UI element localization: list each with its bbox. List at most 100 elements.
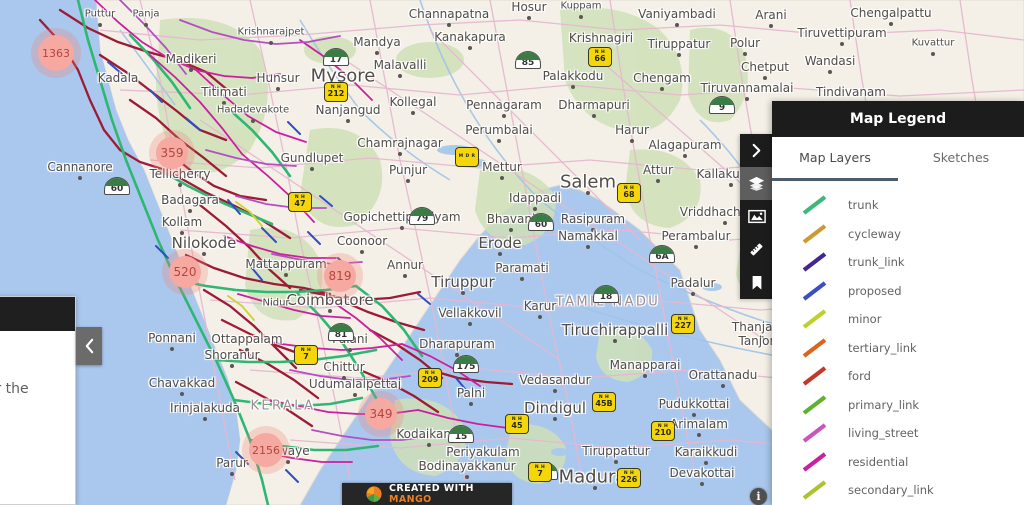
ruler-icon: [748, 241, 765, 258]
state-highway-shield: 175: [453, 355, 479, 373]
national-highway-shield: N H7: [528, 462, 552, 482]
city-dot: [360, 250, 364, 254]
city-dot: [328, 309, 332, 313]
shield-number: 45: [511, 421, 523, 431]
state-highway-shield: 85: [515, 51, 541, 69]
map-application: Puttur Panja Krishnarajpet Channapatna Kanak…: [0, 0, 1024, 505]
shield-number: 7: [303, 352, 309, 362]
chevron-right-icon: [749, 143, 764, 158]
city-dot: [348, 348, 352, 352]
legend-tabs[interactable]: Map Layers Sketches: [772, 137, 1024, 181]
national-highway-shield: N H 45: [505, 414, 529, 434]
legend-header: Map Legend: [772, 101, 1024, 137]
state-highway-shield: 9: [709, 96, 735, 114]
legend-item[interactable]: living_street: [772, 419, 1024, 448]
map-tool-rail[interactable]: [740, 134, 773, 299]
legend-item-label: cycleway: [848, 226, 901, 241]
legend-item[interactable]: primary_link: [772, 391, 1024, 420]
legend-color-swatch: [800, 394, 832, 416]
state-highway-shield: 60: [528, 213, 554, 231]
legend-item[interactable]: residential: [772, 448, 1024, 477]
shield-number: 66: [594, 54, 606, 64]
shield-number: 68: [623, 190, 635, 200]
bookmark-icon: [750, 275, 764, 291]
city-dot: [729, 183, 733, 187]
rail-button-map-layers[interactable]: [740, 167, 773, 200]
city-dot: [144, 23, 148, 27]
national-highway-shield: N H 212: [324, 82, 348, 102]
legend-item[interactable]: minor: [772, 305, 1024, 334]
map-legend-panel: Map Legend Map Layers Sketches trunk cycle…: [772, 101, 1024, 505]
cluster-marker[interactable]: 359: [156, 137, 188, 169]
cluster-marker[interactable]: 819: [324, 260, 356, 292]
legend-tab-map-layers[interactable]: Map Layers: [772, 137, 898, 181]
city-dot: [586, 191, 590, 195]
city-dot: [509, 228, 513, 232]
left-panel-text: le for the: [0, 381, 29, 397]
chevron-left-icon: [85, 338, 93, 354]
rail-button-measure[interactable]: [740, 233, 773, 266]
city-dot: [189, 68, 193, 72]
city-dot: [502, 114, 506, 118]
city-dot: [840, 42, 844, 46]
legend-color-swatch: [800, 308, 832, 330]
cluster-count: 520: [169, 256, 201, 288]
city-dot: [222, 101, 226, 105]
city-dot: [465, 475, 469, 479]
city-dot: [269, 41, 273, 45]
rail-button-basemap[interactable]: [740, 200, 773, 233]
city-dot: [230, 364, 234, 368]
national-highway-shield: N H 210: [651, 421, 675, 441]
legend-item-label: tertiary_link: [848, 340, 917, 355]
city-dot: [586, 245, 590, 249]
city-dot: [656, 179, 660, 183]
legend-item[interactable]: proposed: [772, 277, 1024, 306]
shield-number: 209: [421, 375, 439, 385]
legend-title: Map Legend: [849, 111, 947, 127]
legend-item[interactable]: ford: [772, 362, 1024, 391]
legend-tab-sketches[interactable]: Sketches: [898, 137, 1024, 181]
legend-color-swatch: [800, 422, 832, 444]
city-dot: [245, 348, 249, 352]
legend-color-swatch: [800, 479, 832, 501]
legend-item-label: trunk: [848, 198, 879, 213]
basemap-icon: [747, 209, 766, 224]
city-dot: [691, 292, 695, 296]
rail-button-expand-panel[interactable]: [740, 134, 773, 167]
legend-color-swatch: [800, 280, 832, 302]
city-dot: [251, 119, 255, 123]
cluster-marker[interactable]: 2156: [249, 433, 283, 467]
cluster-marker[interactable]: 1363: [38, 35, 74, 71]
legend-item[interactable]: secondary_link: [772, 476, 1024, 505]
city-dot: [403, 274, 407, 278]
left-panel-collapse-button[interactable]: [76, 327, 102, 365]
city-dot: [170, 347, 174, 351]
national-highway-shield: N H 47: [288, 192, 312, 212]
shield-number: 47: [294, 199, 306, 209]
city-dot: [675, 23, 679, 27]
legend-item[interactable]: trunk: [772, 191, 1024, 220]
city-dot: [704, 461, 708, 465]
city-dot: [500, 176, 504, 180]
cluster-marker[interactable]: 520: [169, 256, 201, 288]
map-attribution-info-button[interactable]: i: [750, 488, 767, 505]
rail-button-bookmarks[interactable]: [740, 266, 773, 299]
city-dot: [286, 460, 290, 464]
legend-item[interactable]: trunk_link: [772, 248, 1024, 277]
city-dot: [593, 486, 597, 490]
city-dot: [346, 119, 350, 123]
legend-layer-list[interactable]: trunk cycleway trunk_link proposed minor tert…: [772, 181, 1024, 505]
mango-watermark: CREATED WITH MANGO: [342, 483, 512, 505]
city-dot: [538, 315, 542, 319]
state-highway-shield: 18: [593, 285, 619, 303]
cluster-marker[interactable]: 349: [365, 398, 397, 430]
shield-number: 212: [327, 89, 345, 99]
city-dot: [481, 461, 485, 465]
legend-item[interactable]: cycleway: [772, 220, 1024, 249]
city-dot: [411, 111, 415, 115]
layers-icon: [748, 175, 765, 192]
city-dot: [398, 74, 402, 78]
legend-item[interactable]: tertiary_link: [772, 334, 1024, 363]
city-dot: [284, 273, 288, 277]
cluster-count: 349: [365, 398, 397, 430]
